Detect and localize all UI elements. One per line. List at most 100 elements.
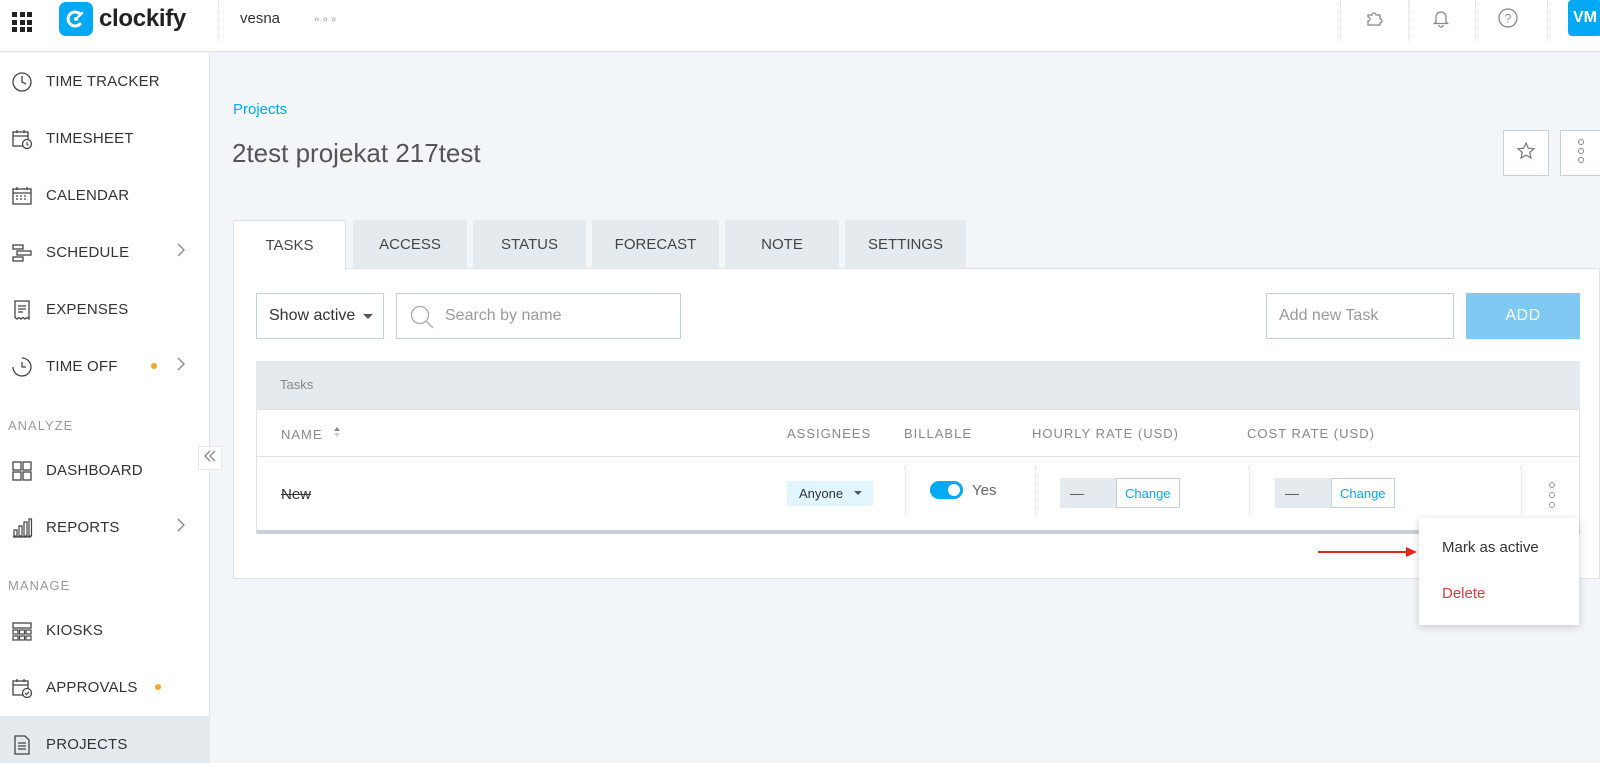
kiosk-icon xyxy=(10,619,34,643)
divider xyxy=(218,0,219,42)
double-chevron-left-icon xyxy=(203,449,217,467)
tab-status[interactable]: STATUS xyxy=(473,220,586,268)
sidebar-item-kiosks[interactable]: KIOSKS xyxy=(0,602,210,659)
collapse-sidebar-button[interactable] xyxy=(198,446,222,470)
sidebar-item-label: SCHEDULE xyxy=(46,244,130,261)
apps-grid-icon[interactable] xyxy=(12,10,34,32)
cost-rate-field: — Change xyxy=(1275,478,1395,508)
chevron-right-icon xyxy=(176,357,186,376)
search-icon xyxy=(409,304,435,335)
sidebar-item-time-tracker[interactable]: TIME TRACKER xyxy=(0,53,210,110)
reports-icon xyxy=(10,516,34,540)
projects-icon xyxy=(10,733,34,757)
sidebar-item-time-off[interactable]: TIME OFF xyxy=(0,338,210,395)
sidebar-item-label: TIME TRACKER xyxy=(46,73,160,90)
billable-toggle[interactable] xyxy=(930,481,963,499)
divider xyxy=(1249,467,1250,515)
annotation-arrow xyxy=(1318,547,1417,557)
page-title: 2test projekat 217test xyxy=(232,138,481,168)
mark-as-active-menu-item[interactable]: Mark as active xyxy=(1442,539,1539,556)
sidebar-item-projects[interactable]: PROJECTS xyxy=(0,716,210,763)
receipt-icon xyxy=(10,298,34,322)
section-label-manage: MANAGE xyxy=(8,578,71,593)
calendar-icon xyxy=(10,184,34,208)
bell-icon[interactable] xyxy=(1428,5,1454,31)
chevron-right-icon xyxy=(176,518,186,537)
column-header-assignees: ASSIGNEES xyxy=(787,426,872,441)
search-placeholder: Search by name xyxy=(445,307,562,324)
top-bar: clockify vesna ∘∘∘ ? VM xyxy=(0,0,1600,52)
sidebar-item-label: REPORTS xyxy=(46,519,120,536)
hourly-rate-field: — Change xyxy=(1060,478,1180,508)
tab-settings[interactable]: SETTINGS xyxy=(845,220,966,268)
caret-down-icon xyxy=(363,314,373,319)
billable-label: Yes xyxy=(972,482,997,499)
divider xyxy=(905,467,906,515)
sidebar-item-schedule[interactable]: SCHEDULE xyxy=(0,224,210,281)
add-task-button[interactable]: ADD xyxy=(1466,293,1580,339)
sidebar-item-label: KIOSKS xyxy=(46,622,104,639)
tab-note[interactable]: NOTE xyxy=(725,220,839,268)
sidebar-item-label: TIMESHEET xyxy=(46,130,134,147)
notification-dot xyxy=(151,363,157,369)
sidebar-item-label: APPROVALS xyxy=(46,679,138,696)
delete-menu-item[interactable]: Delete xyxy=(1442,585,1485,602)
add-task-input[interactable]: Add new Task xyxy=(1266,293,1454,339)
sidebar-item-expenses[interactable]: EXPENSES xyxy=(0,281,210,338)
sidebar-item-label: DASHBOARD xyxy=(46,462,143,479)
divider xyxy=(1340,0,1341,42)
cost-rate-value: — xyxy=(1275,478,1331,508)
project-more-button[interactable] xyxy=(1560,130,1600,176)
logo-text: clockify xyxy=(99,5,186,32)
workspace-name[interactable]: vesna xyxy=(240,10,280,27)
clockify-logo-icon xyxy=(59,2,93,36)
extensions-puzzle-icon[interactable] xyxy=(1362,5,1388,31)
workspace-more-icon[interactable]: ∘∘∘ xyxy=(313,12,339,26)
breadcrumb-projects[interactable]: Projects xyxy=(233,101,287,118)
more-vertical-icon xyxy=(1577,138,1585,169)
status-filter-dropdown[interactable]: Show active xyxy=(256,293,384,339)
divider xyxy=(1035,467,1036,515)
column-header-cost-rate: COST RATE (USD) xyxy=(1247,426,1375,441)
tasks-table: NAME ASSIGNEES BILLABLE HOURLY RATE (USD… xyxy=(256,409,1580,534)
sidebar-item-reports[interactable]: REPORTS xyxy=(0,499,210,556)
sidebar-item-label: TIME OFF xyxy=(46,358,118,375)
clock-icon xyxy=(10,70,34,94)
column-header-name[interactable]: NAME xyxy=(281,426,341,442)
time-off-icon xyxy=(10,355,34,379)
sidebar: TIME TRACKER TIMESHEET CALENDAR SCHEDULE… xyxy=(0,53,210,763)
status-filter-value: Show active xyxy=(269,307,356,324)
user-avatar[interactable]: VM xyxy=(1568,0,1600,36)
sidebar-item-timesheet[interactable]: TIMESHEET xyxy=(0,110,210,167)
task-name[interactable]: New xyxy=(281,486,311,503)
cost-rate-change-button[interactable]: Change xyxy=(1331,478,1395,508)
svg-text:?: ? xyxy=(1505,12,1512,26)
row-divider xyxy=(257,456,1579,457)
row-more-icon[interactable] xyxy=(1547,480,1557,510)
assignees-dropdown[interactable]: Anyone xyxy=(787,481,873,506)
sort-icon xyxy=(333,426,341,441)
tab-tasks[interactable]: TASKS xyxy=(233,220,346,270)
tasks-section-label: Tasks xyxy=(280,377,314,392)
sidebar-item-calendar[interactable]: CALENDAR xyxy=(0,167,210,224)
task-context-menu: Mark as active Delete xyxy=(1419,518,1579,625)
notification-dot xyxy=(155,684,161,690)
dashboard-icon xyxy=(10,459,34,483)
search-input[interactable]: Search by name xyxy=(396,293,681,339)
tab-access[interactable]: ACCESS xyxy=(353,220,467,268)
tab-forecast[interactable]: FORECAST xyxy=(592,220,719,268)
hourly-rate-change-button[interactable]: Change xyxy=(1116,478,1180,508)
favorite-button[interactable] xyxy=(1503,130,1549,176)
tasks-section-header: Tasks xyxy=(256,361,1580,409)
help-icon[interactable]: ? xyxy=(1495,5,1521,31)
sidebar-item-approvals[interactable]: APPROVALS xyxy=(0,659,210,716)
sidebar-item-dashboard[interactable]: DASHBOARD xyxy=(0,442,210,499)
hourly-rate-value: — xyxy=(1060,478,1116,508)
divider xyxy=(1408,0,1409,42)
sidebar-item-label: CALENDAR xyxy=(46,187,130,204)
divider xyxy=(1475,0,1476,42)
clockify-logo[interactable]: clockify xyxy=(59,2,186,36)
sidebar-item-label: EXPENSES xyxy=(46,301,129,318)
column-header-billable: BILLABLE xyxy=(904,426,972,441)
timesheet-icon xyxy=(10,127,34,151)
